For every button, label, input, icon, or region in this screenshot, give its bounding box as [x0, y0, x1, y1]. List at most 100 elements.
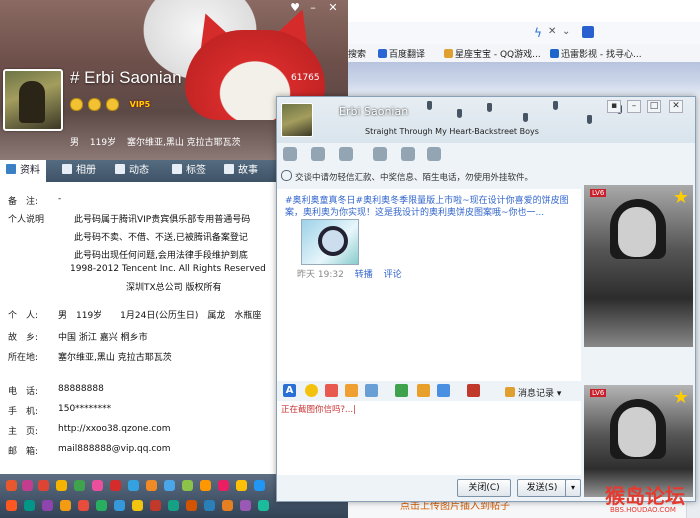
app-icon[interactable]: [258, 500, 269, 511]
app-icon[interactable]: [222, 500, 233, 511]
chat-toolbar: [281, 147, 581, 163]
app-icon[interactable]: [164, 480, 175, 491]
maximize-icon[interactable]: □: [647, 100, 661, 113]
app-icon[interactable]: [254, 480, 265, 491]
app-icon[interactable]: [60, 500, 71, 511]
message-image[interactable]: [301, 219, 359, 265]
send-options-dropdown[interactable]: ▾: [565, 479, 581, 497]
minimize-icon[interactable]: –: [627, 100, 641, 113]
app-icon[interactable]: [6, 500, 17, 511]
close-icon[interactable]: ✕: [669, 100, 683, 113]
magic-emoji-icon[interactable]: [325, 384, 338, 397]
voice-call-icon[interactable]: [311, 147, 325, 161]
chat-header: Erbi Saonian Straight Through My Heart-B…: [277, 97, 695, 143]
close-icon[interactable]: ✕: [548, 26, 556, 37]
sun-level-icon: [105, 98, 119, 111]
message-input[interactable]: 正在截图你信吗?...|: [277, 401, 581, 475]
lightning-icon[interactable]: ϟ: [534, 26, 542, 40]
share-screen-icon[interactable]: [401, 147, 415, 161]
tag-icon: [172, 164, 182, 174]
email-label: 邮 箱:: [8, 447, 39, 457]
file-transfer-icon[interactable]: [339, 147, 353, 161]
app-icon[interactable]: [186, 500, 197, 511]
remote-assist-icon[interactable]: [373, 147, 387, 161]
input-text: 正在截图你信吗?...|: [281, 405, 356, 415]
forward-link[interactable]: 转播: [355, 270, 373, 280]
app-icon[interactable]: [78, 500, 89, 511]
send-button[interactable]: 发送(S): [517, 479, 567, 497]
fav-item-xingzuo[interactable]: 星座宝宝 - QQ游戏...: [444, 47, 541, 60]
tab-info[interactable]: 资料: [0, 160, 46, 182]
app-icon[interactable]: [96, 500, 107, 511]
shake-icon[interactable]: [345, 384, 358, 397]
homepage-link[interactable]: http://xxoo38.qzone.com: [58, 424, 171, 434]
favorites-bar: 搜索 百度翻译 星座宝宝 - QQ游戏... 迅雷影视 - 找寻心...: [348, 44, 700, 63]
emoji-icon[interactable]: [305, 384, 318, 397]
message-text[interactable]: #奥利奥童真冬日#奥利奥冬季限量版上市啦~现在设计你喜爱的饼皮图案，奥利奥为你实…: [285, 195, 575, 219]
app-box-icon[interactable]: [467, 384, 480, 397]
skin-icon[interactable]: ♥: [288, 2, 302, 14]
image-icon[interactable]: [395, 384, 408, 397]
fav-item-xunlei[interactable]: 迅雷影视 - 找寻心...: [550, 47, 642, 60]
desc-line: 此号码属于腾讯VIP贵宾俱乐部专用普通号码: [74, 215, 251, 225]
chat-avatar[interactable]: [281, 103, 313, 137]
email-value[interactable]: mail888888@vip.qq.com: [58, 444, 171, 454]
screenshot-icon[interactable]: [365, 384, 378, 397]
music-icon[interactable]: [417, 384, 430, 397]
tab-feed[interactable]: 动态: [115, 160, 149, 182]
app-icon[interactable]: [218, 480, 229, 491]
skin-icon[interactable]: ▪: [607, 100, 621, 113]
app-center-icon[interactable]: [427, 147, 441, 161]
close-icon[interactable]: ✕: [326, 2, 340, 14]
app-icon[interactable]: [114, 500, 125, 511]
profile-basic-info: 男 119岁 塞尔维亚,黑山 克拉古耶瓦茨: [70, 135, 249, 148]
tab-album[interactable]: 相册: [62, 160, 96, 182]
chevron-down-icon[interactable]: ⌄: [562, 26, 570, 37]
app-icon[interactable]: [132, 500, 143, 511]
video-call-icon[interactable]: [283, 147, 297, 161]
phone-value: 88888888: [58, 384, 104, 394]
app-icon[interactable]: [22, 480, 33, 491]
minimize-icon[interactable]: –: [306, 2, 320, 14]
app-icon[interactable]: [92, 480, 103, 491]
comment-link[interactable]: 评论: [384, 270, 402, 280]
fav-item-baidu-translate[interactable]: 百度翻译: [378, 47, 425, 60]
hometown-value: 中国 浙江 嘉兴 桐乡市: [58, 333, 148, 343]
app-icon[interactable]: [200, 480, 211, 491]
app-icon[interactable]: [110, 480, 121, 491]
app-icon[interactable]: [204, 500, 215, 511]
app-icon[interactable]: [24, 500, 35, 511]
app-icon[interactable]: [182, 480, 193, 491]
app-icon[interactable]: [6, 480, 17, 491]
app-icon[interactable]: [38, 480, 49, 491]
mobile-value: 150********: [58, 404, 112, 414]
star-icon: ★: [672, 187, 689, 208]
font-icon[interactable]: A: [283, 384, 296, 397]
photo-face: [618, 407, 656, 457]
gift-icon[interactable]: [437, 384, 450, 397]
browser-titlebar: [348, 0, 700, 23]
fav-item-search[interactable]: 搜索: [348, 47, 366, 60]
app-icon[interactable]: [236, 480, 247, 491]
app-icon[interactable]: [56, 480, 67, 491]
profile-nickname: # Erbi Saonian: [70, 68, 182, 87]
message-record-button[interactable]: 消息记录 ▾: [505, 386, 561, 399]
app-icon[interactable]: [42, 500, 53, 511]
card-icon: [6, 164, 16, 174]
app-icon[interactable]: [128, 480, 139, 491]
app-icon[interactable]: [168, 500, 179, 511]
app-icon[interactable]: [74, 480, 85, 491]
story-icon: [224, 164, 234, 174]
tab-tags[interactable]: 标签: [172, 160, 206, 182]
app-icon[interactable]: [240, 500, 251, 511]
paw-icon[interactable]: [582, 26, 594, 38]
app-icon[interactable]: [146, 480, 157, 491]
rain-drop-decoration: [553, 101, 558, 110]
remark-value[interactable]: -: [58, 194, 61, 204]
app-icon[interactable]: [150, 500, 161, 511]
chat-contact-name: Erbi Saonian: [339, 105, 409, 118]
avatar[interactable]: [3, 69, 63, 131]
tab-story[interactable]: 故事: [224, 160, 258, 182]
vip-badge[interactable]: VIP5: [130, 100, 151, 109]
close-button[interactable]: 关闭(C): [457, 479, 511, 497]
